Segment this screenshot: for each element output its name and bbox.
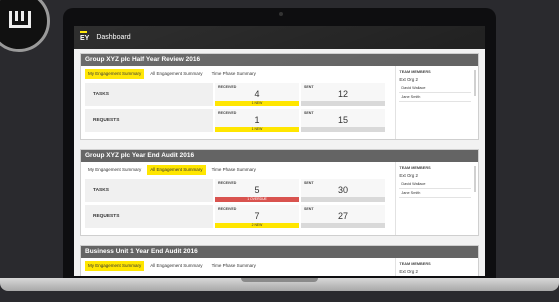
row-label: REQUESTS <box>85 205 213 228</box>
engagement-panel: Group XYZ plc Year End Audit 2016 My Eng… <box>80 149 479 236</box>
tab-all-engagement-summary[interactable]: All Engagement Summary <box>147 261 205 271</box>
status-badge: 1 OVERDUE <box>215 197 299 202</box>
sent-metric[interactable]: SENT 15 <box>301 109 385 132</box>
sent-metric[interactable]: SENT 30 <box>301 179 385 202</box>
brand-logo-badge <box>0 0 50 52</box>
tab-time-phase-summary[interactable]: Time Phase Summary <box>209 165 259 175</box>
row-label: TASKS <box>85 83 213 106</box>
team-title: TEAM MEMBERS <box>399 262 431 266</box>
requests-row: REQUESTS RECEIVED 1 1 NEW SENT 15 <box>85 109 391 132</box>
team-members-panel: TEAM MEMBERS Ext Org 2 <box>395 258 478 276</box>
panel-title: Business Unit 1 Year End Audit 2016 <box>81 246 478 258</box>
scrollbar[interactable] <box>474 166 476 192</box>
summary-tabs: My Engagement Summary All Engagement Sum… <box>85 165 391 175</box>
laptop-frame: EY Dashboard Group XYZ plc Half Year Rev… <box>63 8 496 278</box>
sent-metric[interactable]: SENT 12 <box>301 83 385 106</box>
tab-my-engagement-summary[interactable]: My Engagement Summary <box>85 69 145 79</box>
top-bar: EY Dashboard <box>74 26 485 49</box>
laptop-base <box>0 278 559 291</box>
dashboard-content: Group XYZ plc Half Year Review 2016 My E… <box>80 53 479 276</box>
status-bar <box>301 127 385 132</box>
team-org-link[interactable]: Ext Org 2 <box>399 269 475 274</box>
engagement-panel: Group XYZ plc Half Year Review 2016 My E… <box>80 53 479 140</box>
metric-value: 5 <box>254 185 260 195</box>
row-label: REQUESTS <box>85 109 213 132</box>
app-screen: EY Dashboard Group XYZ plc Half Year Rev… <box>74 26 485 276</box>
tasks-row: TASKS RECEIVED 4 1 NEW SENT 12 <box>85 83 391 106</box>
tab-my-engagement-summary[interactable]: My Engagement Summary <box>85 165 144 175</box>
tab-time-phase-summary[interactable]: Time Phase Summary <box>209 69 259 79</box>
row-label: TASKS <box>85 179 213 202</box>
received-metric[interactable]: RECEIVED 7 2 NEW <box>215 205 299 228</box>
team-member[interactable]: Jane Smith <box>399 93 472 102</box>
building-icon <box>9 11 31 28</box>
engagement-panel: Business Unit 1 Year End Audit 2016 My E… <box>80 245 479 276</box>
metric-value: 1 <box>254 115 260 125</box>
status-bar <box>301 197 385 202</box>
metric-value: 4 <box>254 89 260 99</box>
status-bar <box>301 101 385 106</box>
team-title: TEAM MEMBERS <box>399 70 431 74</box>
received-metric[interactable]: RECEIVED 4 1 NEW <box>215 83 299 106</box>
metric-value: 12 <box>337 89 348 99</box>
app-title[interactable]: Dashboard <box>96 34 130 41</box>
received-metric[interactable]: RECEIVED 1 1 NEW <box>215 109 299 132</box>
status-badge: 1 NEW <box>215 127 299 132</box>
tab-all-engagement-summary[interactable]: All Engagement Summary <box>147 165 206 175</box>
metric-value: 30 <box>337 185 348 195</box>
summary-tabs: My Engagement Summary All Engagement Sum… <box>85 69 391 79</box>
sent-metric[interactable]: SENT 27 <box>301 205 385 228</box>
team-members-panel: TEAM MEMBERS Ext Org 2 David Wallace Jan… <box>395 162 478 235</box>
tab-time-phase-summary[interactable]: Time Phase Summary <box>209 261 259 271</box>
metric-value: 15 <box>337 115 348 125</box>
tasks-row: TASKS RECEIVED 5 1 OVERDUE SENT 30 <box>85 179 391 202</box>
status-badge: 2 NEW <box>215 223 299 228</box>
tab-all-engagement-summary[interactable]: All Engagement Summary <box>147 69 205 79</box>
team-org-link[interactable]: Ext Org 2 <box>399 77 475 82</box>
panel-title: Group XYZ plc Half Year Review 2016 <box>81 54 478 66</box>
scrollbar[interactable] <box>474 70 476 96</box>
requests-row: REQUESTS RECEIVED 7 2 NEW SENT 27 <box>85 205 391 228</box>
panel-title: Group XYZ plc Year End Audit 2016 <box>81 150 478 162</box>
team-member[interactable]: David Wallace <box>399 84 472 93</box>
ey-logo[interactable]: EY <box>80 31 89 42</box>
tab-my-engagement-summary[interactable]: My Engagement Summary <box>85 261 145 271</box>
team-member[interactable]: David Wallace <box>399 180 472 189</box>
status-badge: 1 NEW <box>215 101 299 106</box>
camera-dot <box>279 12 283 16</box>
team-member[interactable]: Jane Smith <box>399 189 472 198</box>
summary-tabs: My Engagement Summary All Engagement Sum… <box>85 261 391 271</box>
status-bar <box>301 223 385 228</box>
team-title: TEAM MEMBERS <box>399 166 431 170</box>
metric-value: 7 <box>254 211 260 221</box>
metric-value: 27 <box>337 211 348 221</box>
received-metric[interactable]: RECEIVED 5 1 OVERDUE <box>215 179 299 202</box>
team-members-panel: TEAM MEMBERS Ext Org 2 David Wallace Jan… <box>395 66 478 139</box>
team-org-link[interactable]: Ext Org 2 <box>399 173 475 178</box>
laptop-notch <box>241 278 318 282</box>
